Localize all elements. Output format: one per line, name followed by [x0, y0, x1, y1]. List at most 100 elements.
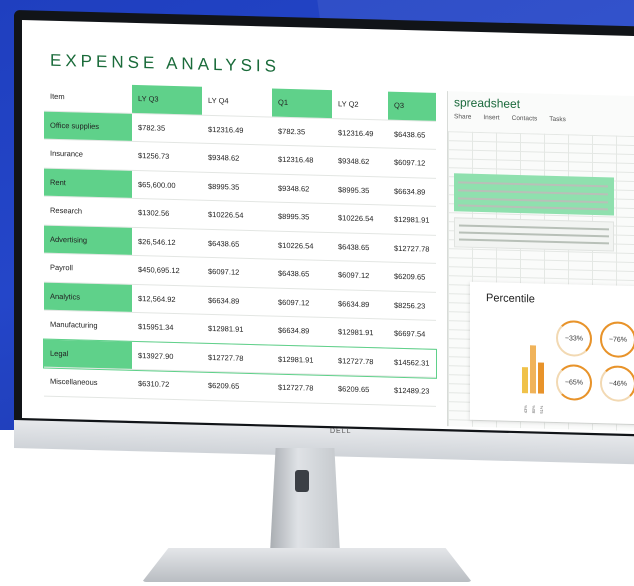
brand-logo: DELL	[330, 428, 352, 435]
table-cell[interactable]: $9348.62	[332, 147, 388, 176]
mini-line	[458, 181, 608, 188]
row-label[interactable]: Analytics	[44, 282, 132, 312]
table-cell[interactable]: $6310.72	[132, 370, 202, 399]
table-cell[interactable]: $6097.12	[388, 149, 436, 178]
table-cell[interactable]: $6209.65	[388, 263, 436, 292]
column-header[interactable]: LY Q3	[132, 84, 202, 115]
row-label[interactable]: Legal	[44, 339, 132, 369]
percentile-bar	[530, 345, 536, 394]
percentile-title: Percentile	[486, 292, 535, 306]
table-cell[interactable]: $1256.73	[132, 142, 202, 171]
row-label[interactable]: Rent	[44, 168, 132, 198]
tab-contacts[interactable]: Contacts	[512, 115, 538, 123]
row-label[interactable]: Manufacturing	[44, 311, 132, 341]
table-cell[interactable]: $10226.54	[332, 204, 388, 233]
table-cell[interactable]: $6438.65	[388, 120, 436, 149]
tab-insert[interactable]: Insert	[483, 114, 499, 121]
table-cell[interactable]: $6634.89	[272, 317, 332, 346]
percentile-ring-arc	[600, 365, 634, 403]
table-cell[interactable]: $12316.49	[332, 119, 388, 148]
mini-line	[459, 224, 609, 231]
monitor-stand-base	[142, 548, 472, 582]
spreadsheet-tabs: Share Insert Contacts Tasks	[454, 113, 566, 123]
table-cell[interactable]: $26,546.12	[132, 227, 202, 256]
table-cell[interactable]: $782.35	[132, 113, 202, 142]
table-cell[interactable]: $8995.35	[272, 203, 332, 232]
table-cell[interactable]: $1302.56	[132, 199, 202, 228]
table-cell[interactable]: $6634.89	[332, 290, 388, 319]
column-header[interactable]: Q3	[388, 91, 436, 121]
table-cell[interactable]: $8995.35	[202, 172, 272, 201]
table-cell[interactable]: $6634.89	[388, 177, 436, 206]
percentile-card: Percentile 43% 80% 51% −33% −76% −65% −46%	[470, 281, 634, 425]
table-cell[interactable]: $10226.54	[272, 231, 332, 260]
table-cell[interactable]: $15951.34	[132, 313, 202, 342]
table-cell[interactable]: $6634.89	[202, 286, 272, 315]
table-cell[interactable]: $6438.65	[202, 229, 272, 258]
percentile-bar	[538, 362, 544, 394]
table-cell[interactable]: $12,564.92	[132, 284, 202, 313]
table-cell[interactable]: $12981.91	[272, 345, 332, 374]
table-cell[interactable]: $12727.78	[272, 374, 332, 403]
table-cell[interactable]: $12981.91	[332, 318, 388, 347]
table-cell[interactable]: $6438.65	[332, 233, 388, 262]
row-label[interactable]: Advertising	[44, 225, 132, 255]
table-cell[interactable]: $12727.78	[202, 343, 272, 372]
percentile-bar-label: 80%	[531, 405, 536, 414]
table-cell[interactable]: $14562.31	[388, 348, 436, 377]
table-cell[interactable]: $9348.62	[202, 144, 272, 173]
table-cell[interactable]: $10226.54	[202, 201, 272, 230]
percentile-ring: −46%	[600, 365, 634, 403]
table-cell[interactable]: $450,695.12	[132, 256, 202, 285]
table-cell[interactable]: $8256.23	[388, 291, 436, 320]
scene: EXPENSE ANALYSIS Item LY Q3 LY Q4 Q1 LY Q2 Q3…	[0, 0, 634, 586]
monitor-screen: EXPENSE ANALYSIS Item LY Q3 LY Q4 Q1 LY Q2 Q3…	[22, 20, 634, 435]
expense-title: EXPENSE ANALYSIS	[50, 50, 280, 76]
percentile-ring: −33%	[556, 319, 592, 357]
column-header[interactable]: LY Q2	[332, 90, 388, 119]
mini-line	[459, 238, 609, 245]
table-cell[interactable]: $12316.49	[202, 115, 272, 144]
table-cell[interactable]: $9348.62	[272, 174, 332, 203]
tab-share[interactable]: Share	[454, 113, 471, 120]
table-cell[interactable]: $6097.12	[272, 288, 332, 317]
percentile-ring-arc	[556, 319, 592, 357]
column-header[interactable]: Q1	[272, 88, 332, 118]
table-cell[interactable]: $6209.65	[202, 372, 272, 401]
table-cell[interactable]: $13927.90	[132, 341, 202, 370]
table-cell[interactable]: $12316.48	[272, 146, 332, 175]
table-cell[interactable]: $782.35	[272, 117, 332, 146]
tab-tasks[interactable]: Tasks	[549, 116, 566, 123]
table-cell[interactable]: $6209.65	[332, 375, 388, 404]
table-cell[interactable]: $65,600.00	[132, 170, 202, 199]
table-cell[interactable]: $12489.23	[388, 377, 436, 406]
column-header[interactable]: Item	[44, 83, 132, 113]
table-cell[interactable]: $12727.78	[388, 234, 436, 263]
table-cell[interactable]: $12981.91	[202, 315, 272, 344]
table-cell[interactable]: $12981.91	[388, 206, 436, 235]
table-cell[interactable]: $6438.65	[272, 260, 332, 289]
expense-table: Item LY Q3 LY Q4 Q1 LY Q2 Q3 Office supplies $7…	[43, 82, 437, 407]
column-header[interactable]: LY Q4	[202, 87, 272, 116]
table-cell[interactable]: $6697.54	[388, 320, 436, 349]
percentile-ring-arc	[600, 321, 634, 359]
percentile-ring: −65%	[556, 363, 592, 401]
row-label[interactable]: Office supplies	[44, 111, 132, 141]
row-label[interactable]: Payroll	[44, 254, 132, 284]
percentile-ring-arc	[556, 363, 592, 401]
cable-hole	[295, 470, 309, 492]
mini-line	[458, 197, 608, 204]
mini-line	[458, 189, 608, 196]
table-cell[interactable]: $8995.35	[332, 176, 388, 205]
row-label[interactable]: Miscellaneous	[44, 368, 132, 398]
percentile-bar	[522, 367, 528, 394]
percentile-ring: −76%	[600, 321, 634, 359]
percentile-bar-label: 43%	[523, 405, 528, 414]
table-cell[interactable]: $6097.12	[332, 261, 388, 290]
table-cell[interactable]: $12727.78	[332, 347, 388, 376]
row-label[interactable]: Research	[44, 197, 132, 227]
row-label[interactable]: Insurance	[44, 140, 132, 170]
mini-data-block	[454, 173, 614, 216]
monitor-stand-neck	[270, 448, 340, 553]
table-cell[interactable]: $6097.12	[202, 258, 272, 287]
